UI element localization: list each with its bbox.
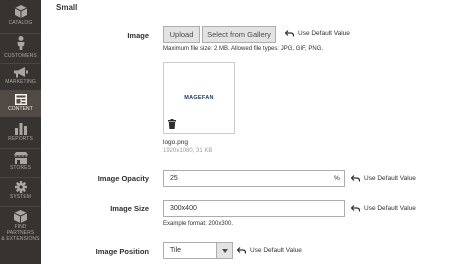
sidebar-item-label-line2: & EXTENSIONS	[1, 236, 40, 242]
dropdown-toggle[interactable]	[216, 243, 232, 258]
undo-icon	[351, 175, 360, 182]
sidebar-item-catalog[interactable]: CATALOG	[0, 2, 41, 32]
use-default-label: Use Default Value	[364, 205, 416, 212]
use-default-label: Use Default Value	[364, 175, 416, 182]
percent-suffix: %	[334, 175, 340, 182]
layout-icon	[14, 94, 27, 105]
file-meta: 1920x1080, 31 KB	[163, 148, 213, 154]
image-size-input[interactable]: 300x400	[163, 200, 345, 217]
sidebar-item-label: CATALOG	[8, 20, 33, 26]
sidebar-item-label: CUSTOMERS	[4, 53, 37, 59]
image-label: Image	[127, 31, 149, 40]
undo-icon	[237, 247, 246, 254]
image-opacity-label: Image Opacity	[97, 174, 149, 183]
image-size-value: 300x400	[170, 205, 197, 212]
megaphone-icon	[13, 67, 28, 78]
use-default-label: Use Default Value	[298, 30, 350, 37]
file-name: logo.png	[163, 139, 188, 146]
sidebar-item-label: MARKETING	[5, 79, 36, 85]
image-size-note: Example format: 200x300.	[163, 221, 234, 227]
image-file-note: Maximum file size: 2 MB. Allowed file ty…	[163, 46, 324, 52]
sidebar-item-label: REPORTS	[8, 136, 33, 142]
image-use-default[interactable]: Use Default Value	[285, 30, 350, 37]
select-from-gallery-button[interactable]: Select from Gallery	[202, 26, 276, 43]
person-icon	[17, 36, 24, 50]
sidebar-item-content[interactable]: CONTENT	[0, 90, 41, 117]
upload-button[interactable]: Upload	[163, 26, 200, 43]
trash-icon[interactable]	[168, 119, 176, 129]
chevron-down-icon	[221, 248, 228, 253]
puzzle-cube-icon	[14, 210, 27, 223]
bar-chart-icon	[14, 123, 27, 135]
sidebar-item-label: CONTENT	[8, 106, 33, 112]
undo-icon	[351, 205, 360, 212]
cube-icon	[14, 5, 27, 18]
preview-logo-text: MAGEFAN	[184, 95, 214, 101]
storefront-icon	[13, 152, 28, 164]
sidebar-item-marketing[interactable]: MARKETING	[0, 64, 41, 90]
gear-icon	[14, 181, 27, 193]
image-position-select[interactable]: Tile	[163, 242, 233, 259]
image-position-label: Image Position	[95, 247, 149, 256]
sidebar-item-system[interactable]: SYSTEM	[0, 178, 41, 205]
sidebar-item-customers[interactable]: CUSTOMERS	[0, 34, 41, 64]
size-use-default[interactable]: Use Default Value	[351, 205, 416, 212]
opacity-use-default[interactable]: Use Default Value	[351, 175, 416, 182]
sidebar-item-label: STORES	[9, 165, 32, 171]
use-default-label: Use Default Value	[250, 247, 302, 254]
sidebar-item-reports[interactable]: REPORTS	[0, 120, 41, 148]
sidebar-item-find-partners[interactable]: FIND PARTNERS & EXTENSIONS	[0, 207, 41, 242]
image-opacity-value: 25	[170, 175, 178, 182]
image-size-label: Image Size	[110, 204, 149, 213]
undo-icon	[285, 30, 294, 37]
image-position-value: Tile	[170, 247, 182, 254]
image-opacity-input[interactable]: 25	[163, 170, 345, 187]
sidebar-item-label: FIND PARTNERS	[6, 224, 35, 236]
admin-sidebar: CATALOG CUSTOMERS MARKETING CONTENT REPO…	[0, 0, 41, 264]
sidebar-item-label: SYSTEM	[9, 194, 32, 200]
sidebar-item-stores[interactable]: STORES	[0, 149, 41, 176]
section-title: Small	[56, 3, 78, 12]
position-use-default[interactable]: Use Default Value	[237, 247, 302, 254]
